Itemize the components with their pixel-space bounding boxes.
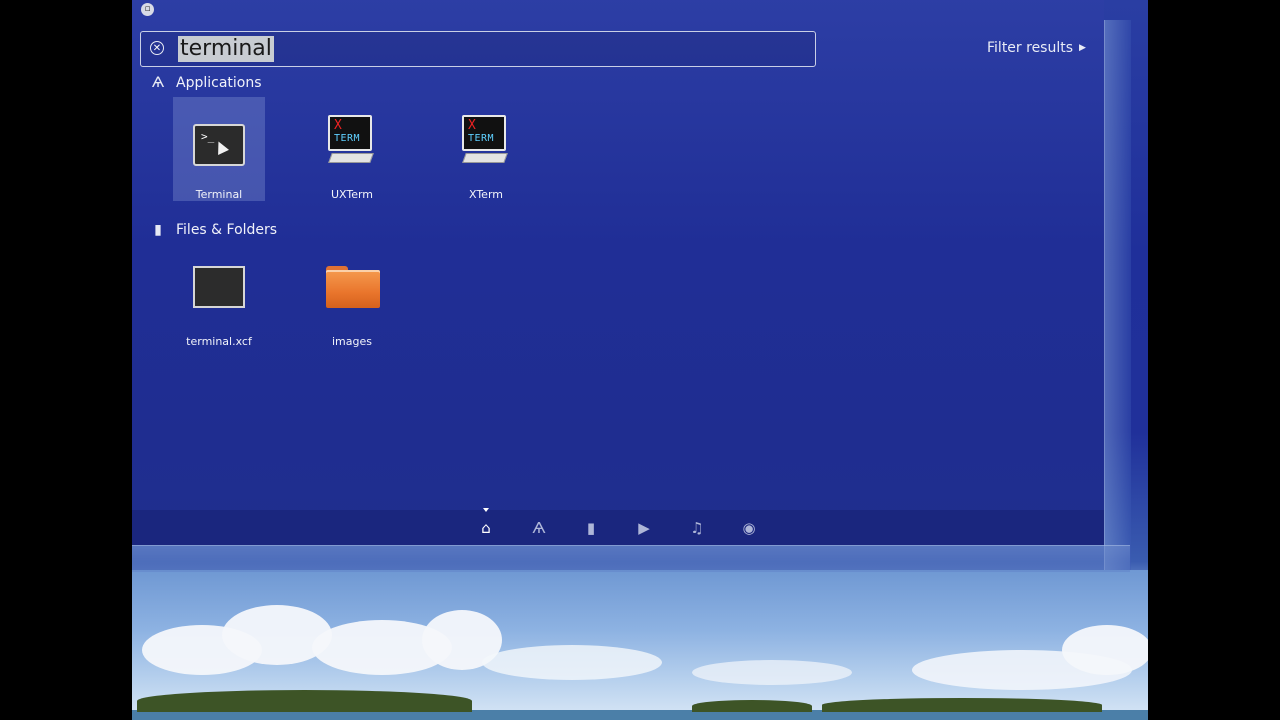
filter-results-button[interactable]: Filter results ▶ [987, 40, 1086, 56]
dash-border-right [1104, 20, 1131, 570]
folder-icon [326, 266, 380, 308]
photo-lens[interactable]: ◉ [740, 519, 758, 537]
desktop: ✕ terminal Filter results ▶ Ѧ Application… [132, 0, 1148, 720]
music-icon: ♫ [690, 519, 704, 537]
result-label: UXTerm [330, 188, 374, 201]
filter-results-label: Filter results [987, 40, 1074, 56]
active-lens-marker [483, 508, 489, 512]
result-label: images [332, 335, 372, 348]
result-terminal[interactable]: >_ Terminal [173, 97, 265, 201]
music-lens[interactable]: ♫ [688, 519, 706, 537]
xterm-icon-x: X [334, 118, 342, 133]
category-files-header[interactable]: ▮ Files & Folders [150, 222, 277, 238]
lens-bar: ⌂ Ѧ ▮ ▶ ♫ ◉ [132, 508, 1104, 545]
image-file-icon [193, 266, 245, 308]
video-icon: ▶ [638, 519, 650, 537]
result-terminal-xcf[interactable]: terminal.xcf [173, 244, 265, 348]
file-icon: ▮ [154, 222, 162, 238]
result-uxterm[interactable]: X TERM UXTerm [306, 97, 398, 201]
files-lens[interactable]: ▮ [582, 519, 600, 537]
wallpaper [132, 570, 1148, 720]
window-control-icon[interactable]: ▫ [141, 3, 154, 16]
result-label: terminal.xcf [186, 335, 252, 348]
applications-icon: Ѧ [151, 75, 165, 91]
search-field[interactable]: ✕ terminal [140, 31, 816, 67]
camera-icon: ◉ [742, 519, 756, 537]
search-input[interactable]: terminal [178, 36, 274, 62]
result-label: Terminal [195, 188, 243, 201]
result-images-folder[interactable]: images [306, 244, 398, 348]
category-title: Files & Folders [176, 222, 278, 238]
result-xterm[interactable]: X TERM XTerm [440, 97, 532, 201]
applications-icon: Ѧ [532, 519, 546, 537]
video-lens[interactable]: ▶ [635, 519, 653, 537]
xterm-icon-term: TERM [334, 133, 361, 144]
category-title: Applications [176, 75, 262, 91]
xterm-icon-x: X [468, 118, 476, 133]
file-icon: ▮ [586, 519, 596, 537]
xterm-icon: X TERM [462, 115, 510, 167]
triangle-right-icon: ▶ [1079, 43, 1086, 53]
xterm-icon: X TERM [328, 115, 376, 167]
applications-lens[interactable]: Ѧ [530, 519, 548, 537]
category-applications-header[interactable]: Ѧ Applications [150, 75, 262, 91]
xterm-icon-term: TERM [468, 133, 495, 144]
result-label: XTerm [468, 188, 503, 201]
clear-search-icon[interactable]: ✕ [150, 41, 164, 55]
home-icon: ⌂ [481, 519, 491, 537]
dash-panel: ✕ terminal Filter results ▶ Ѧ Application… [132, 0, 1104, 545]
dash-border-bottom [132, 545, 1130, 572]
home-lens[interactable]: ⌂ [477, 519, 495, 537]
